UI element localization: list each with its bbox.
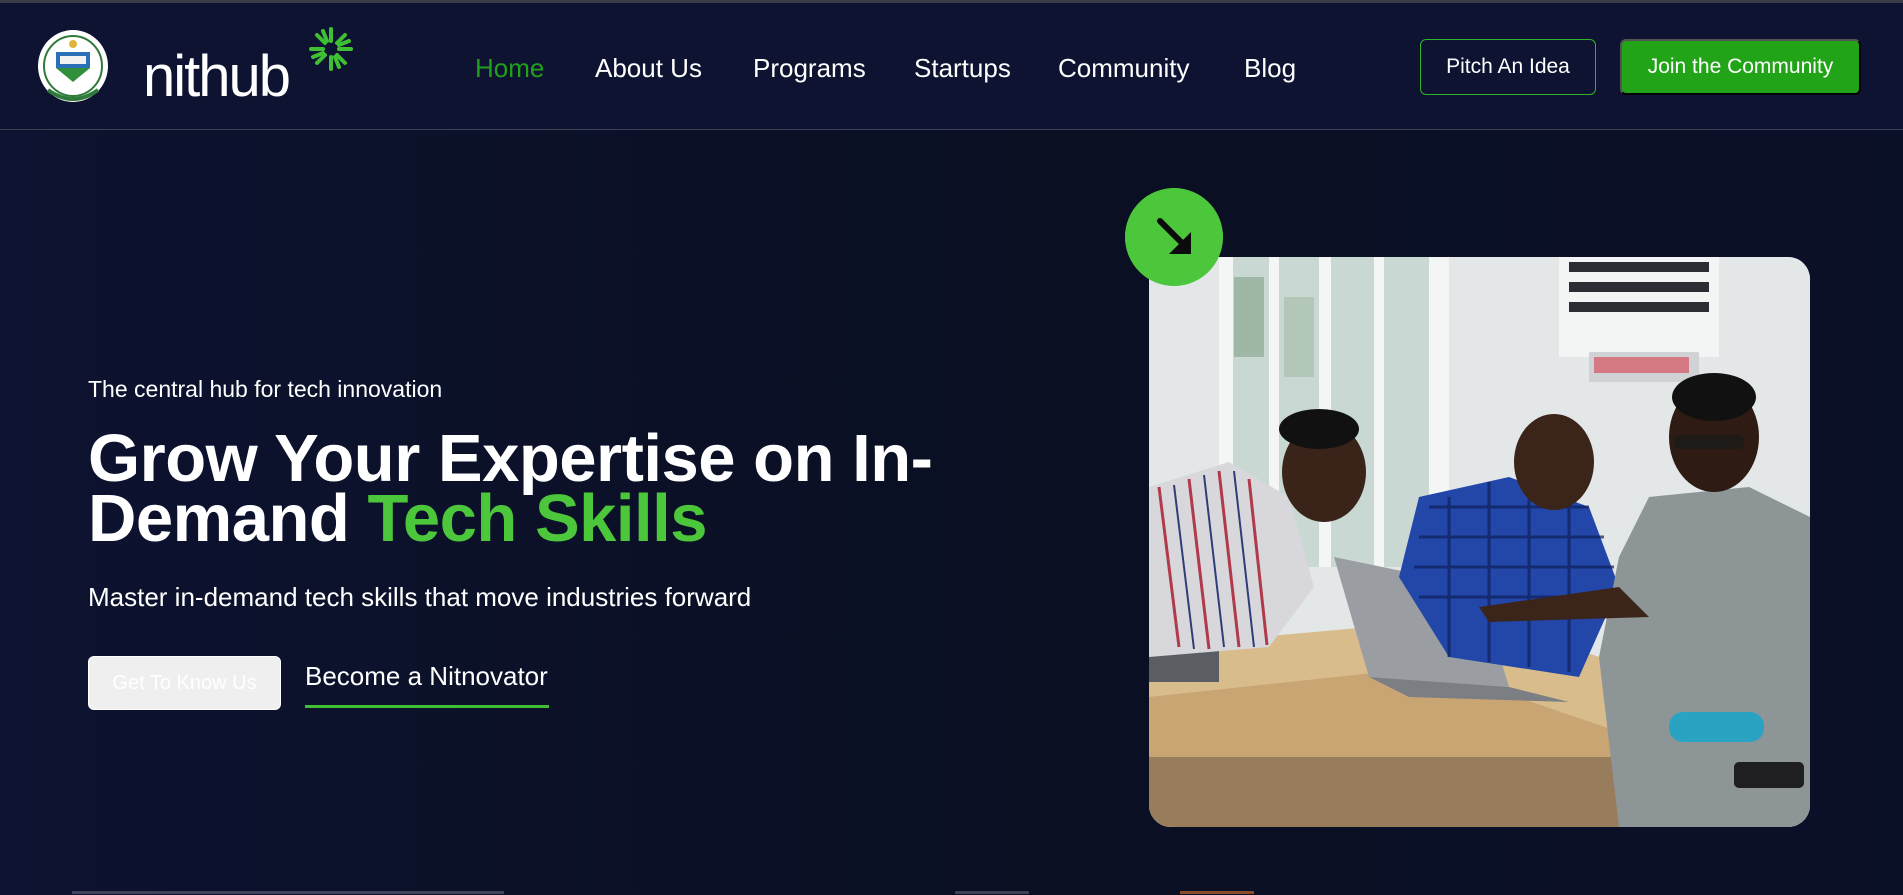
nav-startups[interactable]: Startups bbox=[914, 53, 1011, 84]
nav-about-us[interactable]: About Us bbox=[595, 53, 702, 84]
become-nitnovator-link[interactable]: Become a Nitnovator bbox=[305, 661, 548, 692]
join-community-button[interactable]: Join the Community bbox=[1620, 39, 1861, 95]
nithub-burst-icon bbox=[309, 27, 353, 71]
hero-section: The central hub for tech innovation Grow… bbox=[0, 131, 1903, 895]
nav-programs[interactable]: Programs bbox=[753, 53, 866, 84]
headline-accent: Tech Skills bbox=[367, 481, 708, 556]
pitch-idea-button[interactable]: Pitch An Idea bbox=[1420, 39, 1596, 95]
section-divider bbox=[72, 891, 504, 894]
hero-subtext: Master in-demand tech skills that move i… bbox=[88, 582, 752, 612]
nav-community[interactable]: Community bbox=[1058, 53, 1189, 84]
university-seal-icon[interactable] bbox=[36, 28, 110, 108]
section-divider bbox=[1180, 891, 1254, 894]
hero-headline: Grow Your Expertise on In-Demand Tech Sk… bbox=[88, 425, 968, 552]
section-divider bbox=[955, 891, 1029, 894]
nav-home[interactable]: Home bbox=[475, 53, 544, 84]
link-underline bbox=[305, 705, 549, 708]
hero-team-photo bbox=[1149, 257, 1810, 827]
nithub-logo[interactable]: nithub bbox=[143, 25, 363, 115]
nav-blog[interactable]: Blog bbox=[1244, 53, 1296, 84]
brand-wordmark: nithub bbox=[143, 44, 291, 109]
site-header: nithub Home About Us Programs Startups C… bbox=[0, 3, 1903, 130]
get-to-know-us-button[interactable]: Get To Know Us bbox=[88, 656, 281, 710]
hero-tagline: The central hub for tech innovation bbox=[88, 376, 443, 402]
arrow-down-right-icon bbox=[1125, 188, 1223, 286]
